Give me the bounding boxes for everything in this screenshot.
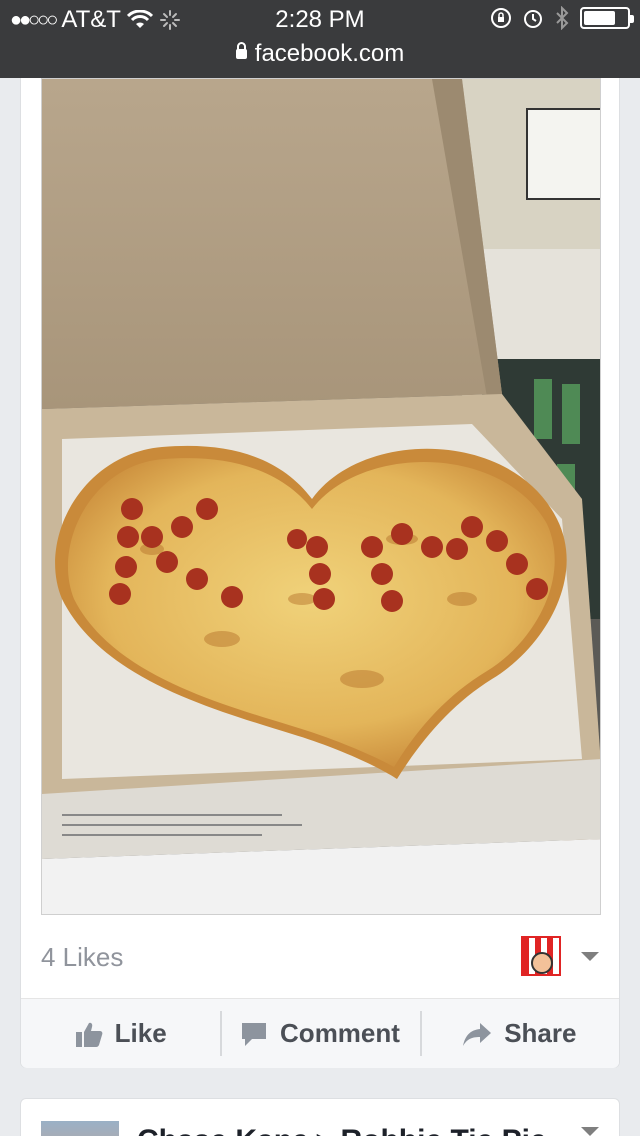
- chevron-down-icon[interactable]: [581, 952, 599, 961]
- address-bar[interactable]: facebook.com: [0, 40, 640, 68]
- share-label: Share: [504, 1018, 577, 1048]
- battery-icon: [580, 7, 634, 29]
- share-button[interactable]: Share: [419, 999, 619, 1068]
- comment-label: Comment: [280, 1018, 400, 1048]
- url-text: facebook.com: [254, 40, 405, 67]
- lock-icon: [235, 42, 247, 59]
- rotation-lock-icon: [491, 8, 511, 28]
- alarm-icon: [524, 10, 542, 28]
- status-icons: [490, 6, 634, 30]
- avatar[interactable]: [41, 1121, 119, 1136]
- post-actions: Like Comment Share: [21, 998, 619, 1068]
- heart-pizza-photo: [42, 79, 600, 914]
- battery-level: [584, 11, 615, 25]
- bluetooth-icon: [556, 6, 569, 30]
- post-photo[interactable]: [41, 78, 601, 915]
- liker-avatar[interactable]: [521, 936, 561, 976]
- likes-count[interactable]: 4 Likes: [41, 942, 123, 973]
- like-button[interactable]: Like: [21, 999, 220, 1068]
- share-arrow-icon: [463, 1022, 492, 1046]
- comment-icon: [242, 1022, 267, 1046]
- likes-row: 4 Likes: [41, 936, 599, 976]
- chevron-down-icon[interactable]: [581, 1127, 599, 1136]
- liker-face-icon: [531, 952, 553, 974]
- status-bar: ●●○○○ AT&T 2:28 PM facebook.com: [0, 0, 640, 78]
- comment-button[interactable]: Comment: [220, 999, 419, 1068]
- like-label: Like: [114, 1018, 167, 1048]
- post-card: 4 Likes Like Comment Share: [20, 78, 620, 1068]
- next-post-header[interactable]: Chase Kane ▸ Robbie Tie Pie: [137, 1123, 547, 1136]
- next-post-card: Chase Kane ▸ Robbie Tie Pie: [20, 1098, 620, 1136]
- thumbs-up-icon: [75, 1022, 103, 1047]
